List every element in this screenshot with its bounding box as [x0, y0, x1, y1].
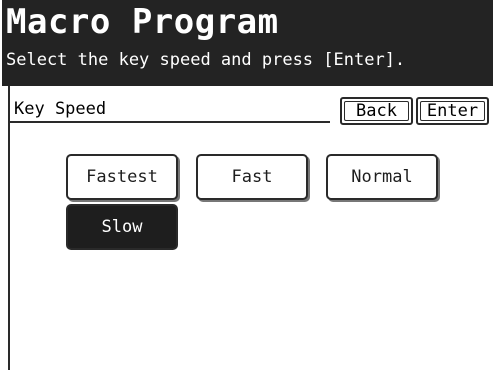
page-title: Macro Program — [6, 2, 279, 42]
key-speed-screen: Macro Program Select the key speed and p… — [0, 0, 493, 370]
left-divider — [8, 86, 10, 370]
speed-option-label: Fast — [231, 167, 273, 187]
enter-button[interactable]: Enter — [416, 97, 489, 125]
speed-option-fastest[interactable]: Fastest — [66, 154, 178, 200]
section-label-key-speed: Key Speed — [14, 99, 107, 119]
enter-button-label: Enter — [426, 101, 479, 121]
speed-option-normal[interactable]: Normal — [326, 154, 438, 200]
speed-option-label: Fastest — [86, 167, 158, 187]
speed-option-slow[interactable]: Slow — [66, 204, 178, 250]
speed-option-label: Normal — [351, 167, 413, 187]
back-button-label: Back — [356, 101, 397, 121]
section-underline — [10, 121, 330, 123]
page-instruction: Select the key speed and press [Enter]. — [6, 50, 406, 70]
speed-option-label: Slow — [101, 217, 143, 237]
speed-option-fast[interactable]: Fast — [196, 154, 308, 200]
back-button[interactable]: Back — [340, 97, 413, 125]
header-bar: Macro Program Select the key speed and p… — [2, 0, 493, 86]
